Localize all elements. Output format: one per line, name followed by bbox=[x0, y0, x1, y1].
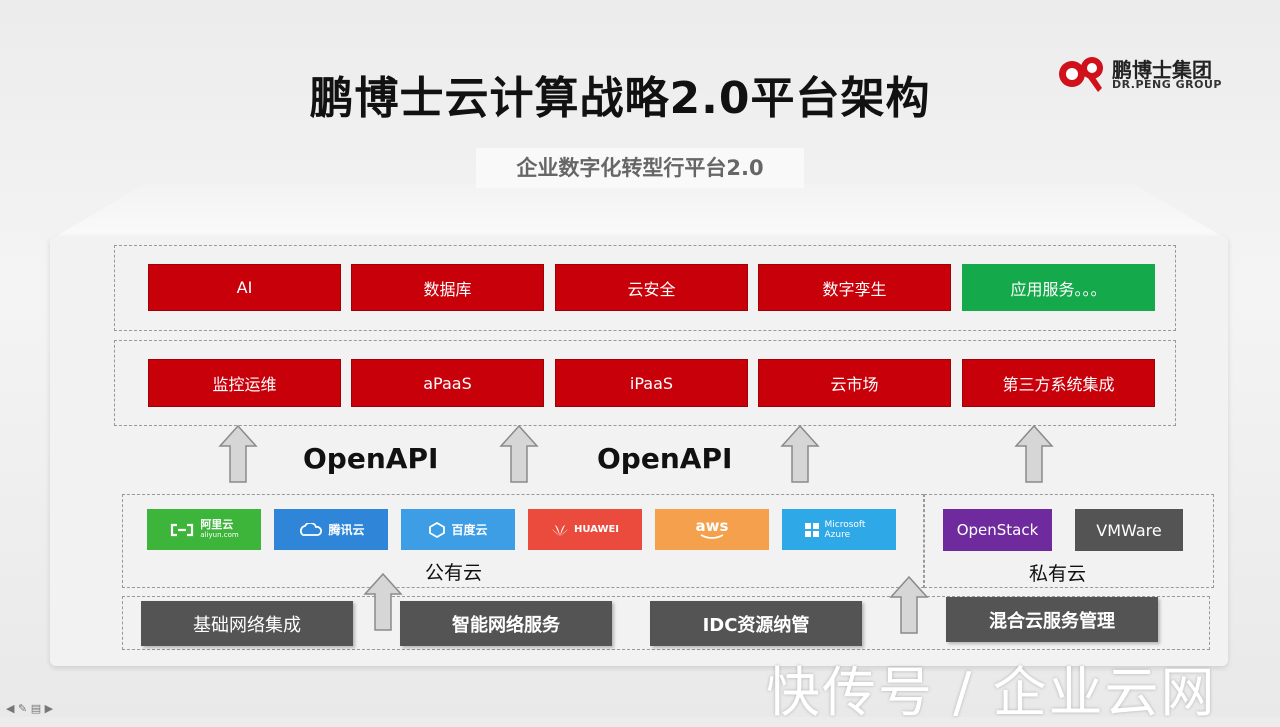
tile-app-services: 应用服务。。。 bbox=[962, 264, 1155, 311]
tile-third-party-integration: 第三方系统集成 bbox=[962, 359, 1155, 407]
tile-digital-twin: 数字孪生 bbox=[758, 264, 951, 311]
tile-ai: AI bbox=[148, 264, 341, 311]
aws-smile-icon bbox=[700, 534, 724, 539]
baidu-cloud-tile: 百度云 bbox=[401, 509, 515, 550]
tile-ipaas: iPaaS bbox=[555, 359, 748, 407]
company-logo: 鹏博士集团 DR.PENG GROUP bbox=[1058, 52, 1228, 96]
openapi-label: OpenAPI bbox=[597, 442, 733, 475]
public-cloud-label: 公有云 bbox=[425, 562, 483, 584]
tencent-cloud-icon bbox=[300, 522, 323, 536]
dr-peng-logo-icon bbox=[1059, 57, 1103, 92]
page-title: 鹏博士云计算战略2.0平台架构 bbox=[309, 73, 931, 124]
pen-icon[interactable]: ✎ bbox=[18, 702, 27, 715]
tile-idc-resource-management: IDC资源纳管 bbox=[650, 601, 862, 646]
tile-monitoring-ops: 监控运维 bbox=[148, 359, 341, 407]
tile-apaas: aPaaS bbox=[351, 359, 544, 407]
prev-slide-icon[interactable]: ◀ bbox=[6, 702, 14, 715]
tile-cloud-market: 云市场 bbox=[758, 359, 951, 407]
platform-top-slab bbox=[50, 184, 1228, 240]
aliyun-name: 阿里云 bbox=[200, 517, 234, 531]
menu-icon[interactable]: ▤ bbox=[31, 702, 41, 715]
up-arrow-icon bbox=[363, 572, 403, 631]
aliyun-tile: 阿里云 aliyun.com bbox=[147, 509, 261, 550]
windows-icon bbox=[804, 522, 819, 537]
tile-hybrid-cloud-management: 混合云服务管理 bbox=[946, 597, 1158, 642]
tile-basic-network-integration: 基础网络集成 bbox=[141, 601, 353, 646]
azure-name: Microsoft Azure bbox=[824, 519, 866, 540]
platform-label: 企业数字化转型行平台2.0 bbox=[476, 148, 804, 188]
tile-smart-network-service: 智能网络服务 bbox=[400, 601, 612, 646]
aws-tile: aws bbox=[655, 509, 769, 550]
watermark: 快传号 / 企业云网 bbox=[766, 661, 1217, 724]
huawei-name: HUAWEI bbox=[573, 524, 620, 535]
baidu-cloud-icon bbox=[429, 521, 446, 538]
huawei-tile: HUAWEI bbox=[528, 509, 642, 550]
vmware-tile: VMWare bbox=[1075, 509, 1183, 551]
logo-name-en: DR.PENG GROUP bbox=[1112, 78, 1222, 91]
aliyun-icon bbox=[171, 523, 194, 536]
huawei-icon bbox=[551, 524, 568, 536]
aws-name: aws bbox=[695, 517, 729, 535]
openstack-tile: OpenStack bbox=[943, 509, 1052, 551]
tile-database: 数据库 bbox=[351, 264, 544, 311]
next-slide-icon[interactable]: ▶ bbox=[45, 702, 53, 715]
private-cloud-label: 私有云 bbox=[1029, 563, 1087, 585]
azure-tile: Microsoft Azure bbox=[782, 509, 896, 550]
up-arrow-icon bbox=[889, 575, 929, 634]
up-arrow-icon bbox=[780, 424, 820, 483]
up-arrow-icon bbox=[499, 424, 539, 483]
openapi-label: OpenAPI bbox=[303, 442, 439, 475]
tencent-cloud-name: 腾讯云 bbox=[328, 523, 365, 537]
tencent-cloud-tile: 腾讯云 bbox=[274, 509, 388, 550]
aliyun-domain: aliyun.com bbox=[200, 530, 239, 539]
tile-cloud-security: 云安全 bbox=[555, 264, 748, 311]
up-arrow-icon bbox=[218, 424, 258, 483]
slide-nav[interactable]: ◀ ✎ ▤ ▶ bbox=[6, 702, 53, 715]
up-arrow-icon bbox=[1014, 424, 1054, 483]
baidu-cloud-name: 百度云 bbox=[451, 523, 488, 537]
